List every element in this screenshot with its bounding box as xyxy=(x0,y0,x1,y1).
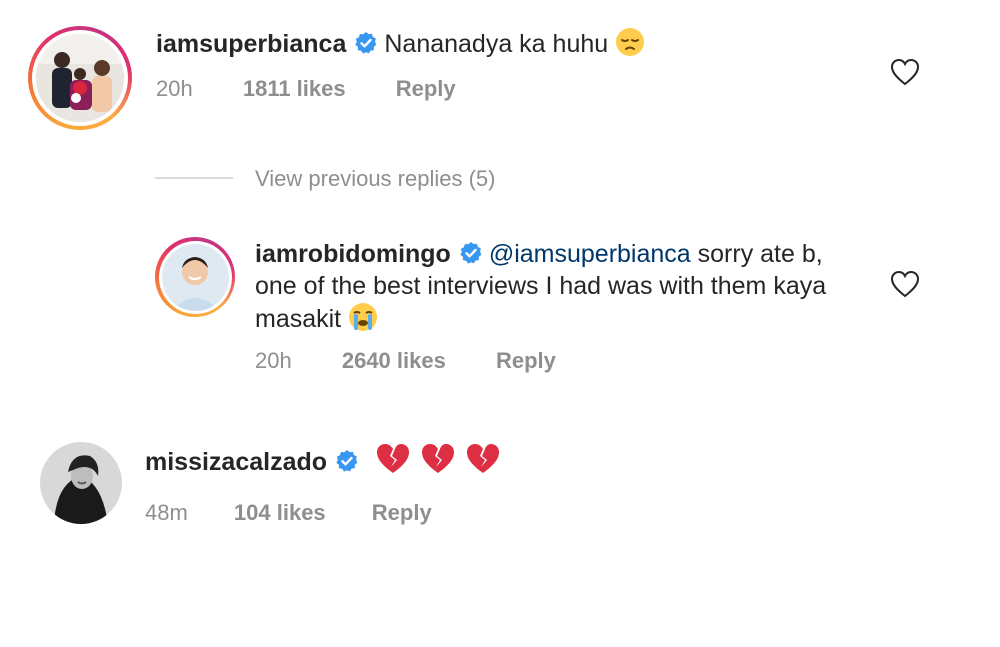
likes-count[interactable]: 104 likes xyxy=(234,500,326,525)
mention-link[interactable]: @iamsuperbianca xyxy=(489,240,691,268)
broken-heart-emoji-icon xyxy=(421,444,454,473)
avatar-iamsuperbianca[interactable] xyxy=(28,26,132,130)
broken-heart-emoji-icon xyxy=(376,444,409,473)
reply-button[interactable]: Reply xyxy=(496,348,556,373)
likes-count[interactable]: 1811 likes xyxy=(243,76,346,101)
like-heart-icon[interactable] xyxy=(890,270,920,298)
pensive-face-emoji-icon xyxy=(616,28,645,56)
comment-text: Nananadya ka huhu xyxy=(384,30,609,58)
comment-text-line2: one of the best interviews I had was wit… xyxy=(255,272,827,300)
broken-heart-emoji-icon xyxy=(466,444,499,473)
verified-badge-icon xyxy=(460,242,482,264)
username[interactable]: missizacalzado xyxy=(145,448,327,476)
likes-count[interactable]: 2640 likes xyxy=(342,348,446,373)
verified-badge-icon xyxy=(355,32,377,54)
comment-text-line3: masakit xyxy=(255,305,342,333)
username[interactable]: iamsuperbianca xyxy=(156,30,346,58)
view-previous-replies-button[interactable]: View previous replies (5) xyxy=(255,166,495,192)
verified-badge-icon xyxy=(336,450,358,472)
loudly-crying-face-emoji-icon xyxy=(349,303,378,331)
comment-time: 20h xyxy=(255,348,292,373)
like-heart-icon[interactable] xyxy=(890,58,920,86)
reply-button[interactable]: Reply xyxy=(372,500,432,525)
comment-text-line1: sorry ate b, xyxy=(697,240,823,268)
profile-photo-icon xyxy=(161,243,229,311)
comment-time: 20h xyxy=(156,76,193,101)
profile-photo-icon xyxy=(40,442,122,524)
comment-time: 48m xyxy=(145,500,188,525)
avatar-iamrobidomingo[interactable] xyxy=(155,237,235,317)
username[interactable]: iamrobidomingo xyxy=(255,240,451,268)
group-photo-icon xyxy=(36,34,124,122)
avatar-missizacalzado[interactable] xyxy=(40,442,122,524)
replies-divider xyxy=(155,177,233,179)
reply-button[interactable]: Reply xyxy=(396,76,456,101)
